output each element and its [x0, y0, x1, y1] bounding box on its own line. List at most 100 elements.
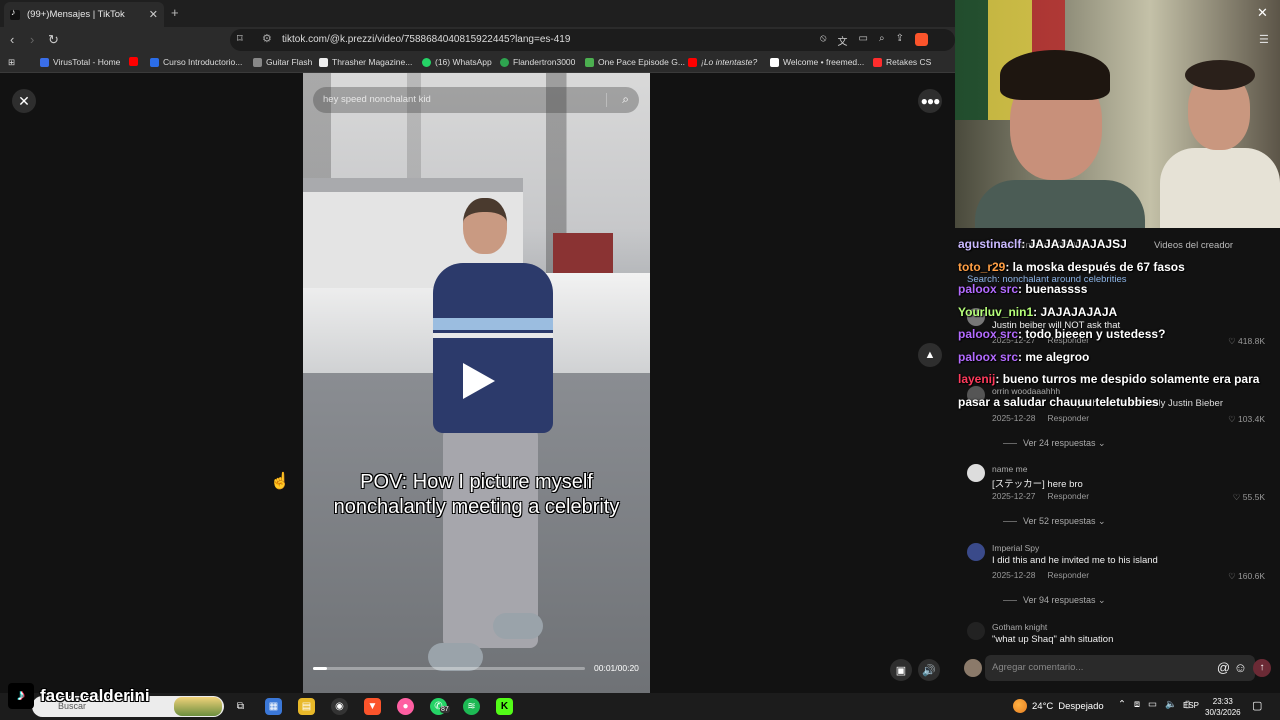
- translate-icon[interactable]: 文: [838, 33, 848, 48]
- obs-icon[interactable]: ◉: [331, 698, 348, 715]
- apps-grid-icon[interactable]: ⊞: [8, 57, 15, 68]
- spotify-icon[interactable]: ≋: [463, 698, 480, 715]
- video-player[interactable]: hey speed nonchalant kid ⌕ POV: How I pi…: [303, 73, 650, 693]
- course-icon: [150, 57, 159, 67]
- video-progress-fill: [313, 667, 327, 670]
- new-tab-button[interactable]: +: [171, 5, 179, 20]
- jacket-stripe-thin: [433, 333, 553, 338]
- browser-menu-icon[interactable]: ☰: [1259, 33, 1269, 46]
- arrow-up-icon: ↑: [1259, 662, 1265, 673]
- brave-browser-icon[interactable]: ▼: [364, 698, 381, 715]
- usb-icon[interactable]: ⧈: [1134, 699, 1140, 710]
- bookmark-thrasher[interactable]: Thrasher Magazine...: [319, 57, 412, 67]
- comment-input[interactable]: Agregar comentario... @ ☺: [985, 655, 1255, 681]
- like-count[interactable]: ♡ 55.5K: [1233, 492, 1265, 503]
- like-count[interactable]: ♡ 103.4K: [1228, 414, 1265, 425]
- bookmark-icon[interactable]: ⌑: [237, 32, 243, 45]
- speaker-icon[interactable]: 🔈: [1165, 699, 1177, 710]
- send-comment-button[interactable]: ↑: [1253, 659, 1271, 677]
- volume-button[interactable]: 🔊: [918, 659, 940, 681]
- forward-arrow-icon[interactable]: ›: [30, 32, 34, 47]
- chat-text: : la moska después de 67 fasos: [1005, 259, 1185, 274]
- view-replies-button[interactable]: Ver 94 respuestas ⌄: [1003, 595, 1106, 606]
- file-explorer-icon[interactable]: ▤: [298, 698, 315, 715]
- avatar[interactable]: [967, 543, 985, 561]
- back-arrow-icon[interactable]: ‹: [10, 32, 14, 47]
- chevron-up-icon[interactable]: ⌃: [1118, 699, 1126, 710]
- weather-widget[interactable]: 24°C Despejado: [1013, 699, 1104, 713]
- avatar[interactable]: [967, 622, 985, 640]
- bookmark-virustotal[interactable]: VirusTotal - Home: [40, 57, 120, 67]
- bookmark-whatsapp[interactable]: (16) WhatsApp: [422, 57, 492, 67]
- temperature: 24°C: [1032, 700, 1054, 712]
- chat-username: toto_r29: [958, 259, 1006, 274]
- flandertron-icon: [500, 57, 509, 67]
- browser-tab-tiktok[interactable]: (99+)Mensajes | TikTok ✕: [4, 2, 164, 27]
- streamer-overlay: ♪ facu.calderini: [8, 683, 150, 709]
- mouse-cursor-icon: ☝: [270, 473, 290, 490]
- webcam-overlay: ✕ ☰: [955, 0, 1280, 228]
- app-pink-icon[interactable]: ●: [397, 698, 414, 715]
- window-close-icon[interactable]: ✕: [1257, 5, 1268, 21]
- bookmark-retakes[interactable]: Retakes CS: [873, 57, 931, 67]
- comment-date: 2025-12-28: [992, 570, 1036, 580]
- comment-username[interactable]: Imperial Spy: [992, 543, 1039, 553]
- system-tray: ⌃ ⧈ ▭ 🔈 ▯: [1118, 699, 1190, 710]
- video-frame-person: [428, 193, 553, 693]
- zoom-icon[interactable]: ⌕: [879, 33, 885, 48]
- chat-text: : JAJAJAJAJAJSJ: [1021, 237, 1127, 251]
- media-off-icon[interactable]: ⦸: [820, 33, 827, 48]
- cast-icon[interactable]: ▭: [859, 33, 868, 48]
- view-replies-button[interactable]: Ver 52 respuestas ⌄: [1003, 516, 1106, 527]
- reply-button[interactable]: Responder: [1047, 413, 1089, 423]
- bookmark-freemed[interactable]: Welcome • freemed...: [770, 57, 864, 67]
- bookmark-curso[interactable]: Curso Introductorio...: [150, 57, 242, 67]
- video-frame-barn: [553, 233, 613, 273]
- video-search-bar[interactable]: hey speed nonchalant kid ⌕: [313, 87, 639, 113]
- microsoft-store-icon[interactable]: ▦: [265, 698, 282, 715]
- site-settings-icon[interactable]: ⚙: [262, 32, 272, 45]
- view-replies-label: Ver 24 respuestas: [1023, 438, 1096, 448]
- bookmark-lo-intentaste[interactable]: ¡Lo intentaste?: [688, 57, 757, 67]
- youtube-icon: [688, 57, 697, 67]
- bookmark-guitar-flash[interactable]: Guitar Flash: [253, 57, 312, 67]
- play-icon[interactable]: [463, 363, 495, 399]
- system-clock[interactable]: 23:33 30/3/2026: [1205, 696, 1241, 718]
- share-icon[interactable]: ⇪: [896, 33, 904, 48]
- bookmark-one-pace[interactable]: One Pace Episode G...: [585, 57, 685, 67]
- mention-emoji-icon[interactable]: @ ☺: [1217, 660, 1247, 675]
- comment-meta: 2025-12-28 Responder: [992, 570, 1101, 580]
- floating-player-button[interactable]: ▣: [890, 659, 912, 681]
- task-view-icon[interactable]: ⧉: [232, 698, 249, 715]
- bookmarks-bar: ⊞ VirusTotal - Home Curso Introductorio.…: [0, 53, 955, 73]
- kick-icon[interactable]: K: [496, 698, 513, 715]
- comment-username[interactable]: Gotham knight: [992, 622, 1047, 632]
- view-replies-button[interactable]: Ver 24 respuestas ⌄: [1003, 438, 1106, 449]
- network-icon[interactable]: ▭: [1148, 699, 1157, 710]
- reply-button[interactable]: Responder: [1047, 570, 1089, 580]
- chat-message: toto_r29: la moska después de 67 fasos: [958, 256, 1276, 279]
- close-video-button[interactable]: ✕: [12, 89, 36, 113]
- bookmark-youtube[interactable]: [129, 57, 138, 66]
- streamer-name: facu.calderini: [40, 686, 150, 705]
- bookmark-flandertron[interactable]: Flandertron3000: [500, 57, 575, 67]
- comment-meta: 2025-12-27 Responder: [992, 491, 1101, 501]
- brave-shields-icon[interactable]: [914, 33, 928, 46]
- view-replies-label: Ver 52 respuestas: [1023, 516, 1096, 526]
- notification-icon[interactable]: ▢: [1252, 699, 1262, 712]
- input-language[interactable]: ESP: [1183, 701, 1199, 710]
- tab-close-icon[interactable]: ✕: [149, 8, 158, 21]
- video-search-query[interactable]: hey speed nonchalant kid: [323, 94, 431, 105]
- comment-username[interactable]: name me: [992, 464, 1027, 474]
- url-text[interactable]: tiktok.com/@k.prezzi/video/7588684040815…: [282, 34, 570, 45]
- previous-video-button[interactable]: ▲: [918, 343, 942, 367]
- address-bar[interactable]: ⌑ ⚙ tiktok.com/@k.prezzi/video/758868404…: [230, 29, 955, 51]
- more-options-button[interactable]: ●●●: [918, 89, 942, 113]
- avatar[interactable]: [967, 464, 985, 482]
- video-progress-bar[interactable]: [313, 667, 585, 670]
- reload-icon[interactable]: ↻: [48, 32, 59, 48]
- reply-button[interactable]: Responder: [1047, 491, 1089, 501]
- like-count[interactable]: ♡ 160.6K: [1228, 571, 1265, 582]
- sun-icon: [1013, 699, 1027, 713]
- search-icon[interactable]: ⌕: [622, 92, 629, 107]
